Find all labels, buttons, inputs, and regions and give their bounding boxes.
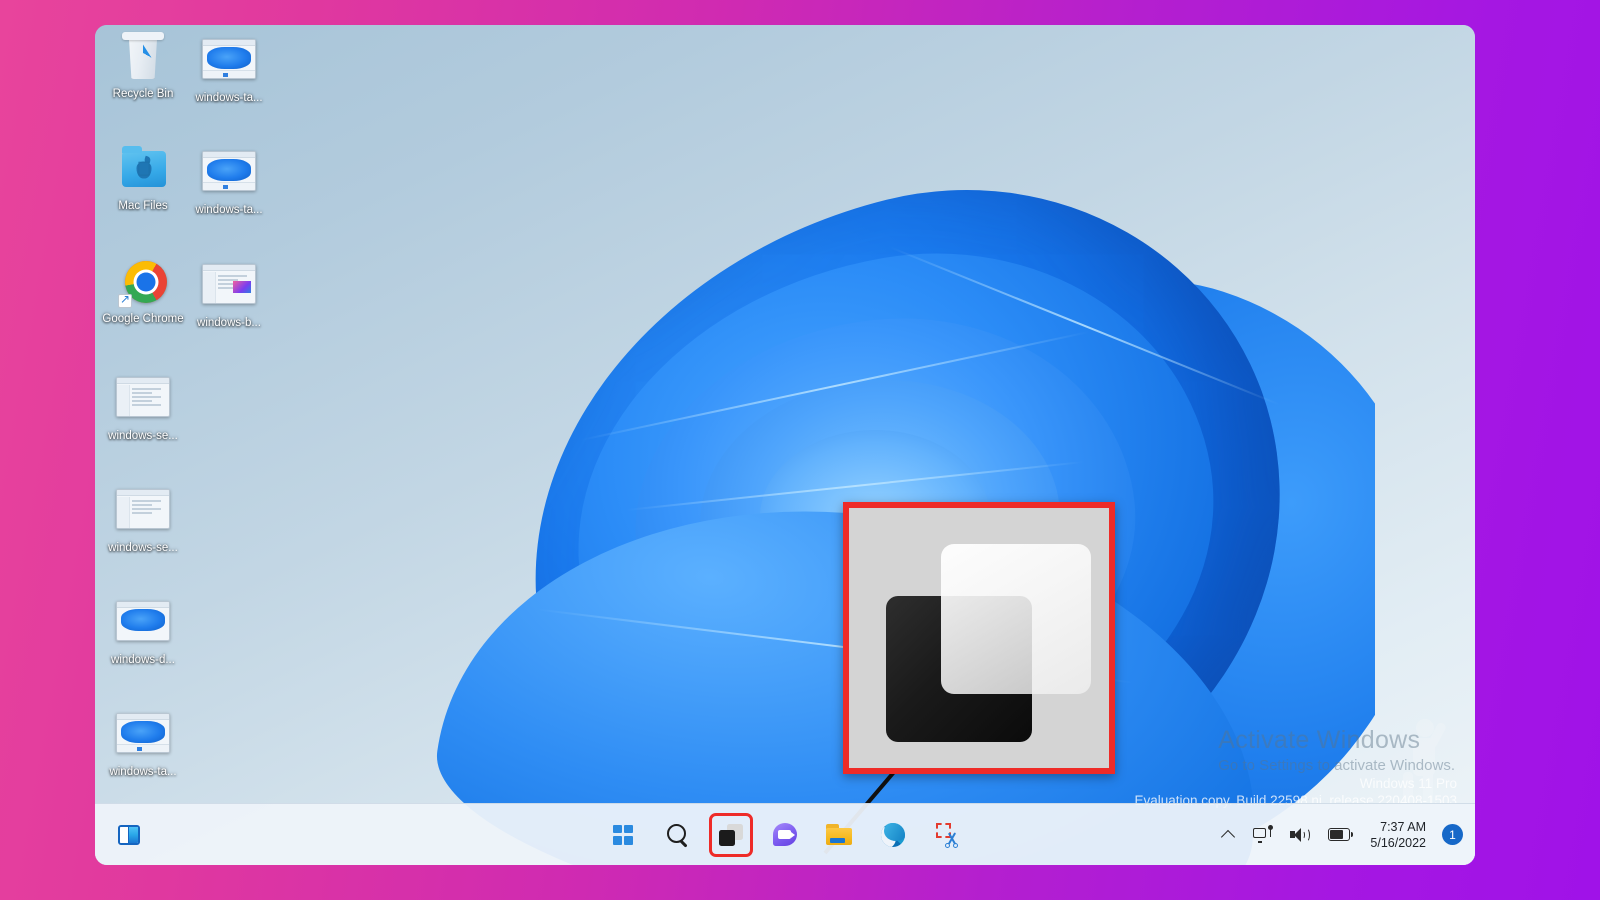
task-view-light-square <box>941 544 1091 694</box>
taskbar-task-view-button[interactable] <box>709 812 753 857</box>
desktop-icon-windows-se-2[interactable]: windows-se... <box>95 485 191 555</box>
desktop-icon-grid[interactable]: Recycle Bin windows-ta... Mac Files wind… <box>95 25 355 805</box>
taskbar-edge-button[interactable] <box>873 815 913 855</box>
tray-show-hidden-icons-button[interactable] <box>1218 815 1239 855</box>
bloom-wallpaper-artwork <box>275 85 1375 865</box>
desktop-icon-windows-ta-1[interactable]: windows-ta... <box>181 35 277 105</box>
taskbar-clock[interactable]: 7:37 AM 5/16/2022 <box>1364 819 1432 851</box>
image-thumbnail-icon <box>202 151 256 199</box>
desktop-icon-label: Google Chrome <box>102 313 184 325</box>
desktop-icon-label: windows-se... <box>108 542 178 554</box>
desktop-icon-windows-b[interactable]: windows-b... <box>181 260 277 330</box>
image-thumbnail-icon <box>202 264 256 312</box>
taskbar-search-button[interactable] <box>657 815 697 855</box>
taskbar[interactable]: 7:37 AM 5/16/2022 1 <box>95 803 1475 865</box>
tray-network-button[interactable] <box>1249 815 1276 855</box>
desktop-icon-mac-files[interactable]: Mac Files <box>95 146 191 213</box>
watermark-title: Activate Windows <box>1218 726 1421 754</box>
taskbar-chat-button[interactable] <box>765 815 805 855</box>
notification-badge[interactable]: 1 <box>1442 824 1463 845</box>
taskbar-start-button[interactable] <box>603 815 643 855</box>
battery-icon <box>1328 828 1354 841</box>
desktop-icon-windows-se-1[interactable]: windows-se... <box>95 373 191 443</box>
chevron-up-icon <box>1222 828 1235 841</box>
desktop-icon-label: windows-ta... <box>109 766 177 778</box>
desktop-icon-label: windows-se... <box>108 430 178 442</box>
desktop-screen[interactable]: Recycle Bin windows-ta... Mac Files wind… <box>95 25 1475 865</box>
recycle-bin-icon <box>116 32 170 83</box>
desktop-icon-label: windows-b... <box>197 317 261 329</box>
taskbar-center-section <box>603 804 967 865</box>
watermark-subtitle: Go to Settings to activate Windows. <box>1218 757 1455 774</box>
outer-frame: Recycle Bin windows-ta... Mac Files wind… <box>0 0 1600 900</box>
chat-icon <box>773 823 797 846</box>
taskbar-left-section <box>109 804 149 865</box>
task-view-icon <box>719 823 743 846</box>
os-edition: Windows 11 Pro <box>1359 776 1457 791</box>
tray-volume-button[interactable] <box>1286 815 1314 855</box>
google-chrome-icon <box>116 260 170 308</box>
image-thumbnail-icon <box>116 489 170 537</box>
snipping-tool-icon <box>935 823 959 848</box>
taskbar-widgets-button[interactable] <box>109 815 149 855</box>
image-thumbnail-icon <box>202 39 256 87</box>
edge-icon <box>881 822 905 847</box>
desktop-icon-google-chrome[interactable]: Google Chrome <box>95 260 191 326</box>
network-icon <box>1253 825 1274 843</box>
desktop-icon-label: windows-ta... <box>195 204 263 216</box>
desktop-icon-label: Mac Files <box>118 200 168 212</box>
clock-time: 7:37 AM <box>1380 819 1426 834</box>
taskbar-system-tray: 7:37 AM 5/16/2022 1 <box>1218 804 1463 865</box>
search-icon <box>666 824 688 845</box>
widgets-icon <box>118 824 140 845</box>
desktop-icon-windows-ta-3[interactable]: windows-ta... <box>95 709 191 779</box>
desktop-icon-label: Recycle Bin <box>112 88 174 100</box>
tray-battery-button[interactable] <box>1324 815 1354 855</box>
task-view-zoom-callout <box>843 502 1115 774</box>
desktop-icon-windows-ta-2[interactable]: windows-ta... <box>181 147 277 217</box>
taskbar-file-explorer-button[interactable] <box>819 815 859 855</box>
image-thumbnail-icon <box>116 601 170 649</box>
image-thumbnail-icon <box>116 713 170 761</box>
desktop-icon-label: windows-ta... <box>195 92 263 104</box>
mac-folder-icon <box>116 146 170 195</box>
activate-windows-watermark: Activate Windows Go to Settings to activ… <box>1218 725 1455 777</box>
desktop-icon-recycle-bin[interactable]: Recycle Bin <box>95 32 191 101</box>
taskbar-snipping-tool-button[interactable] <box>927 815 967 855</box>
volume-icon <box>1290 827 1311 843</box>
image-thumbnail-icon <box>116 377 170 425</box>
file-explorer-icon <box>826 824 852 845</box>
desktop-icon-windows-d[interactable]: windows-d... <box>95 597 191 667</box>
desktop-icon-label: windows-d... <box>111 654 175 666</box>
windows-start-icon <box>613 824 633 845</box>
clock-date: 5/16/2022 <box>1370 835 1426 850</box>
